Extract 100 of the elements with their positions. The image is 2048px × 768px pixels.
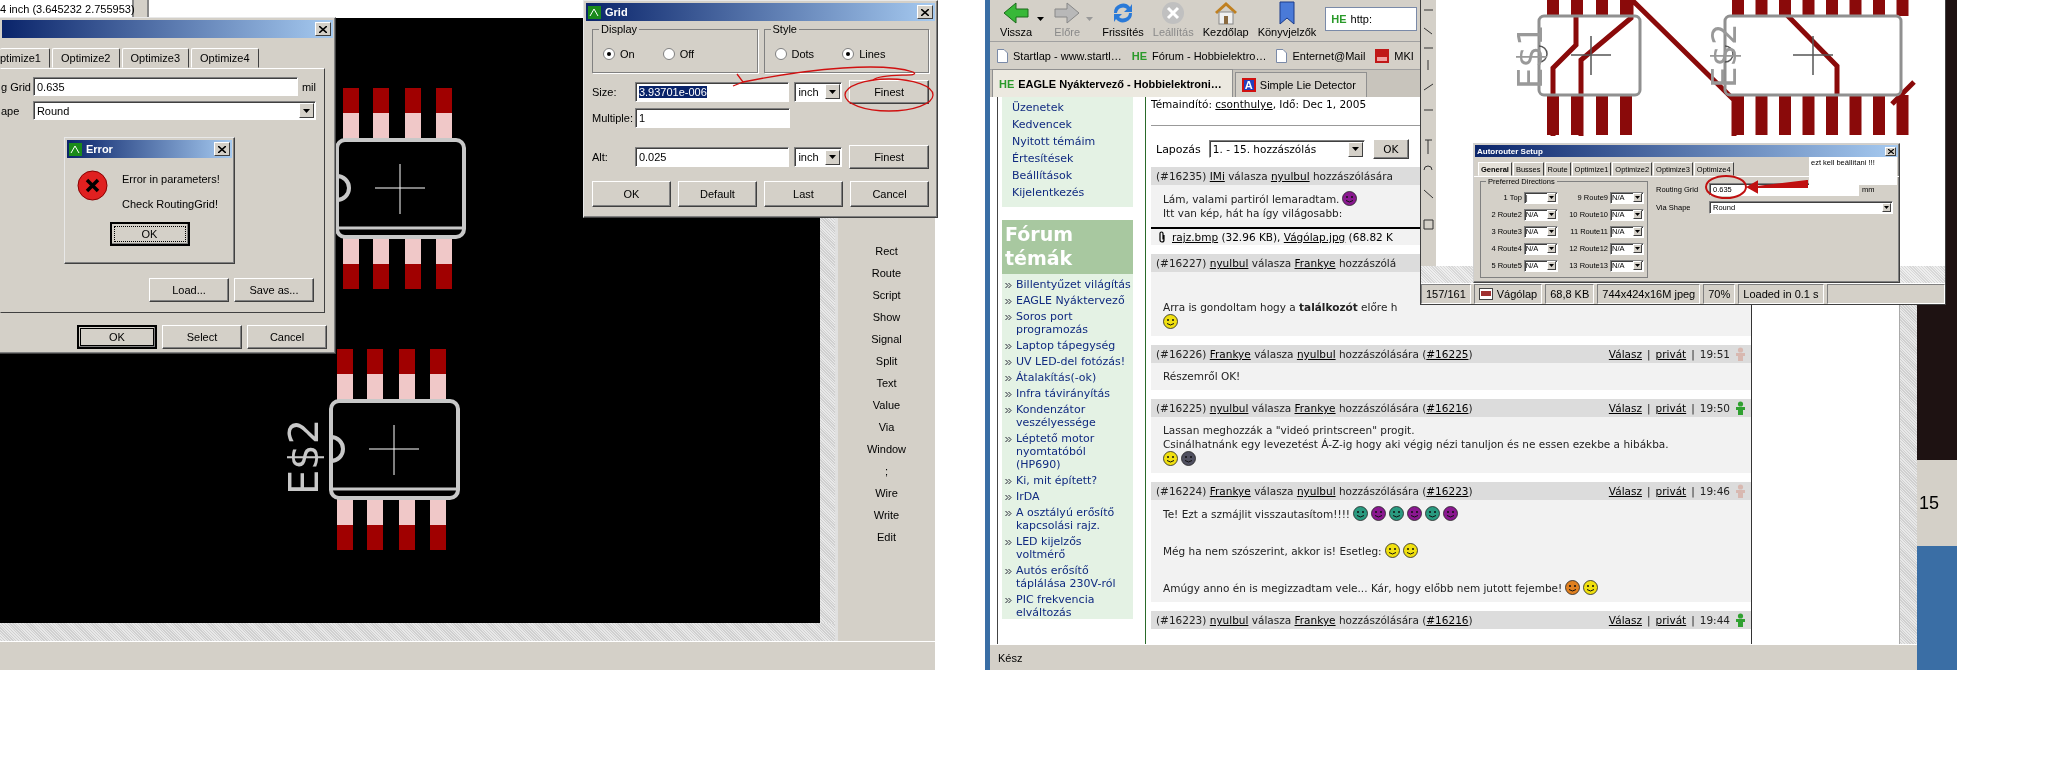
input-field[interactable]: 1 (635, 107, 790, 128)
radio-option[interactable]: Lines (842, 48, 886, 60)
dialog-button[interactable]: Select (162, 325, 242, 349)
command-item[interactable]: Rect (875, 240, 898, 262)
command-item[interactable]: Show (872, 306, 901, 328)
radio-option[interactable]: On (603, 48, 635, 60)
unit-dropdown[interactable]: inch (794, 81, 843, 102)
command-item[interactable]: Signal (871, 328, 902, 350)
link[interactable]: IMi (1209, 170, 1225, 182)
command-item[interactable]: Text (876, 372, 897, 394)
command-item[interactable]: Script (872, 284, 901, 306)
command-item[interactable]: Window (866, 438, 907, 460)
link[interactable]: nyulbul (1296, 485, 1336, 497)
close-button[interactable] (917, 5, 933, 19)
link[interactable]: Frankye (1294, 402, 1336, 414)
topic-link[interactable]: Kondenzátor veszélyessége (1016, 403, 1133, 429)
command-item[interactable]: Value (872, 394, 901, 416)
topic-link[interactable]: Laptop tápegység (1016, 339, 1116, 352)
link[interactable]: #16225 (1426, 348, 1469, 360)
link[interactable]: nyulbul (1270, 170, 1310, 182)
link[interactable]: Frankye (1209, 348, 1251, 360)
bookmark-item[interactable]: MKI (1375, 48, 1414, 63)
nav-link[interactable]: Beállítások (1012, 167, 1133, 184)
link[interactable]: nyulbul (1209, 614, 1249, 626)
bookmark-item[interactable]: HE Fórum - Hobbielektro… (1131, 49, 1267, 62)
command-item[interactable]: Write (873, 504, 900, 526)
link[interactable]: nyulbul (1296, 348, 1336, 360)
reply-link[interactable]: Válasz (1608, 348, 1642, 360)
address-field[interactable]: HE http: (1325, 7, 1418, 31)
tab[interactable]: Optimize3 (121, 48, 190, 68)
topic-link[interactable]: Ki, mit épített? (1016, 474, 1098, 487)
link[interactable]: Frankye (1294, 257, 1336, 269)
reply-link[interactable]: Válasz (1608, 614, 1642, 626)
radio-option[interactable]: Off (662, 48, 695, 60)
unit-dropdown[interactable]: inch (794, 147, 843, 167)
toolbar-button[interactable]: Kezdőlap (1202, 1, 1249, 38)
radio-option[interactable]: Dots (774, 48, 815, 60)
tab[interactable]: ptimize1 (0, 48, 50, 68)
dropdown[interactable]: Round (32, 101, 316, 120)
link[interactable]: #16216 (1426, 402, 1469, 414)
command-item[interactable]: ; (884, 460, 889, 482)
toolbar-button[interactable]: Vissza (1000, 1, 1033, 38)
input-field[interactable]: 0.635 (33, 77, 298, 96)
dialog-button[interactable]: OK (592, 181, 671, 207)
close-button[interactable] (214, 142, 230, 156)
nav-link[interactable]: Értesítések (1012, 150, 1133, 167)
topic-link[interactable]: Soros port programozás (1016, 310, 1133, 336)
finest-button[interactable]: Finest (849, 79, 929, 104)
link[interactable]: #16223 (1426, 485, 1469, 497)
topic-link[interactable]: Átalakítás(-ok) (1016, 371, 1097, 384)
topic-link[interactable]: LED kijelzős voltmérő (1016, 535, 1133, 561)
link[interactable]: Frankye (1209, 485, 1251, 497)
nav-link[interactable]: Kijelentkezés (1012, 184, 1133, 201)
link[interactable]: rajz.bmp (1172, 231, 1219, 243)
close-button[interactable] (1885, 146, 1896, 156)
link[interactable]: nyulbul (1209, 257, 1249, 269)
page-dropdown[interactable]: 1. - 15. hozzászólás (1208, 140, 1365, 158)
dialog-button[interactable]: OK (77, 325, 157, 349)
link[interactable]: csonthulye (1215, 98, 1273, 110)
topic-link[interactable]: IrDA (1016, 490, 1040, 503)
input-field[interactable]: 0.025 (634, 147, 790, 167)
topic-link[interactable]: Léptető motor nyomtatóból (HP690) (1016, 432, 1133, 471)
scrollbar[interactable] (0, 623, 835, 641)
caret-icon[interactable] (1037, 17, 1045, 21)
link[interactable]: nyulbul (1209, 402, 1249, 414)
command-item[interactable]: Via (878, 416, 895, 438)
browser-tab[interactable]: A Simple Lie Detector (1234, 72, 1367, 97)
tab[interactable]: Optimize2 (51, 48, 120, 68)
dialog-button[interactable]: Save as... (234, 278, 314, 302)
topic-link[interactable]: UV LED-del fotózás! (1016, 355, 1126, 368)
dialog-button[interactable]: Default (678, 181, 757, 207)
command-item[interactable]: Route (871, 262, 902, 284)
private-message-link[interactable]: privát (1655, 614, 1687, 626)
link[interactable]: Frankye (1294, 614, 1336, 626)
link[interactable]: Vágólap.jpg (1283, 231, 1346, 243)
topic-link[interactable]: Infra távirányítás (1016, 387, 1111, 400)
finest-button[interactable]: Finest (849, 145, 929, 169)
private-message-link[interactable]: privát (1655, 485, 1687, 497)
ok-button[interactable]: OK (109, 222, 190, 246)
private-message-link[interactable]: privát (1655, 348, 1687, 360)
topic-link[interactable]: Autós erősítő táplálása 230V-ról (1016, 564, 1133, 590)
topic-link[interactable]: EAGLE Nyáktervező (1016, 294, 1125, 307)
reply-link[interactable]: Válasz (1608, 485, 1642, 497)
dialog-button[interactable]: Cancel (850, 181, 929, 207)
reply-link[interactable]: Válasz (1608, 402, 1642, 414)
command-item[interactable]: Edit (877, 526, 896, 548)
command-item[interactable]: Split (875, 350, 898, 372)
tab[interactable]: Optimize4 (191, 48, 259, 68)
close-button[interactable] (315, 22, 331, 36)
nav-link[interactable]: Üzenetek (1012, 99, 1133, 116)
browser-tab[interactable]: HE EAGLE Nyáktervező - Hobbielektroni… (992, 69, 1233, 97)
dialog-button[interactable]: Last (764, 181, 843, 207)
bookmark-item[interactable]: Enternet@Mail (1276, 48, 1366, 63)
bookmark-item[interactable]: Startlap - www.startl… (997, 48, 1122, 63)
command-item[interactable]: Wire (875, 482, 898, 504)
topic-link[interactable]: A osztályú erősítő kapcsolási rajz. (1016, 506, 1133, 532)
topic-link[interactable]: Billentyűzet világítás (1016, 278, 1131, 291)
link[interactable]: #16216 (1426, 614, 1469, 626)
toolbar-button[interactable]: Frissítés (1102, 1, 1144, 38)
private-message-link[interactable]: privát (1655, 402, 1687, 414)
